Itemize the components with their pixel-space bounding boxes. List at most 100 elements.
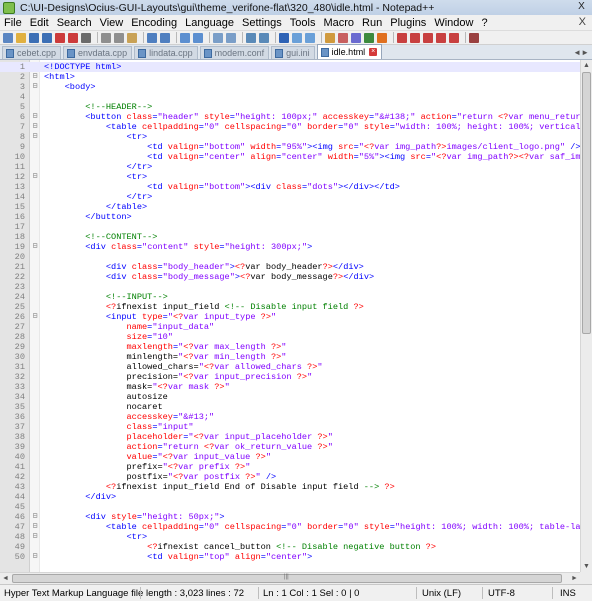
code-line[interactable]: 50 ⊟ <td valign="top" align="center"> [0,552,580,562]
code-line[interactable]: 17 [0,222,580,232]
code-line[interactable]: 36 accesskey="&#13;" [0,412,580,422]
code-line[interactable]: 2 ⊟ <html> [0,72,580,82]
folder-workspace-icon[interactable] [364,32,374,43]
user-lang-icon[interactable] [325,32,335,43]
paste-icon[interactable] [127,32,137,43]
menu-file[interactable]: File [0,15,26,31]
copy-icon[interactable] [114,32,124,43]
fold-toggle-icon[interactable]: ⊟ [30,72,40,82]
play-macro-icon[interactable] [423,32,433,43]
menu-macro[interactable]: Macro [319,15,358,31]
code-line[interactable]: 19 ⊟ <div class="content" style="height: … [0,242,580,252]
fold-toggle-icon[interactable]: ⊟ [30,112,40,122]
code-line[interactable]: 39 action="return <?var ok_return_value … [0,442,580,452]
code-line[interactable]: 20 [0,252,580,262]
close-icon[interactable] [55,32,65,43]
code-line[interactable]: 33 mask="<?var mask ?>" [0,382,580,392]
code-line[interactable]: 44 </div> [0,492,580,502]
monitoring-icon[interactable] [377,32,387,43]
code-line[interactable]: 32 precision="<?var input_precision ?>" [0,372,580,382]
print-icon[interactable] [81,32,91,43]
code-line[interactable]: 6 ⊟ <button class="header" style="height:… [0,112,580,122]
tab-scroll-arrows[interactable]: ◄► [573,48,589,57]
window-close-button[interactable]: X [575,1,588,13]
tab-idle-html[interactable]: idle.html × [316,44,383,59]
code-line[interactable]: 8 ⊟ <tr> [0,132,580,142]
play-multiple-icon[interactable] [436,32,446,43]
code-line[interactable]: 43 <?ifnexist input_field End of Disable… [0,482,580,492]
code-line[interactable]: 30 minlength="<?var min_length ?>" [0,352,580,362]
code-line[interactable]: 23 [0,282,580,292]
cut-icon[interactable] [101,32,111,43]
tab-close-icon[interactable]: × [369,48,378,56]
find-icon[interactable] [180,32,190,43]
menu-view[interactable]: View [96,15,128,31]
menu-search[interactable]: Search [53,15,96,31]
code-line[interactable]: 31 allowed_chars= " <?var allowed_chars ?>… [0,362,580,372]
code-line[interactable]: 26 ⊟ <input type="<?var input_type ?>" [0,312,580,322]
code-editor[interactable]: 1 <!DOCTYPE html> 2 ⊟ <html> 3 ⊟ <body> 4 5 <!--… [0,60,580,572]
horizontal-scrollbar[interactable]: ◄ ||| ► [0,572,580,584]
code-line[interactable]: 16 </button> [0,212,580,222]
new-file-icon[interactable] [3,32,13,43]
code-line[interactable]: 4 [0,92,580,102]
code-line[interactable]: 5 <!--HEADER--> [0,102,580,112]
tab-gui-ini[interactable]: gui.ini [271,46,315,59]
menu-run[interactable]: Run [358,15,386,31]
fold-toggle-icon[interactable]: ⊟ [30,532,40,542]
code-line[interactable]: 13 <td valign="bottom"><div class="dots"… [0,182,580,192]
scroll-right-arrow-icon[interactable]: ► [569,573,580,584]
menu-plugins[interactable]: Plugins [386,15,430,31]
code-line[interactable]: 42 postfix="<?var postfix ?>" /> [0,472,580,482]
vertical-scroll-thumb[interactable] [582,72,591,334]
code-line[interactable]: 38 placeholder="<?var input_placeholder … [0,432,580,442]
code-line[interactable]: 25 <?ifnexist input_field <!-- Disable i… [0,302,580,312]
tab-envdata-cpp[interactable]: envdata.cpp [63,46,133,59]
fold-toggle-icon[interactable]: ⊟ [30,522,40,532]
code-line[interactable]: 24 <!--INPUT--> [0,292,580,302]
menu-help[interactable]: ? [477,15,491,31]
scroll-left-arrow-icon[interactable]: ◄ [0,573,11,584]
zoom-in-icon[interactable] [213,32,223,43]
fold-toggle-icon[interactable]: ⊟ [30,122,40,132]
code-line[interactable]: 12 ⊟ <tr> [0,172,580,182]
code-line[interactable]: 40 value="<?var input_value ?>" [0,452,580,462]
menu-tools[interactable]: Tools [286,15,320,31]
tab-cebet-cpp[interactable]: cebet.cpp [2,46,62,59]
spellcheck-icon[interactable] [469,32,479,43]
code-line[interactable]: 45 [0,502,580,512]
open-file-icon[interactable] [16,32,26,43]
stop-macro-icon[interactable] [410,32,420,43]
close-all-icon[interactable] [68,32,78,43]
fold-toggle-icon[interactable]: ⊟ [30,312,40,322]
menu-edit[interactable]: Edit [26,15,53,31]
record-macro-icon[interactable] [397,32,407,43]
document-close-button[interactable]: X [579,16,586,28]
fold-toggle-icon[interactable]: ⊟ [30,552,40,562]
code-line[interactable]: 46 ⊟ <div style="height: 50px;"> [0,512,580,522]
code-line[interactable]: 41 prefix="<?var prefix ?>" [0,462,580,472]
tab-modem-conf[interactable]: modem.conf [199,46,270,59]
code-line[interactable]: 7 ⊟ <table cellpadding="0" cellspacing="0… [0,122,580,132]
show-all-chars-icon[interactable] [292,32,302,43]
code-line[interactable]: 1 <!DOCTYPE html> [0,62,580,72]
code-line[interactable]: 47 ⊟ <table cellpadding="0" cellspacing="… [0,522,580,532]
fold-toggle-icon[interactable]: ⊟ [30,132,40,142]
code-line[interactable]: 37 class="input" [0,422,580,432]
code-line[interactable]: 9 <td valign="bottom" width="95%"><img s… [0,142,580,152]
indent-guide-icon[interactable] [305,32,315,43]
code-line[interactable]: 49 <?ifnexist cancel_button <!-- Disable… [0,542,580,552]
code-line[interactable]: 28 size="10" [0,332,580,342]
menu-encoding[interactable]: Encoding [127,15,181,31]
tab-lindata-cpp[interactable]: lindata.cpp [134,46,198,59]
code-line[interactable]: 21 <div class="body_header"><?var body_h… [0,262,580,272]
code-line[interactable]: 48 ⊟ <tr> [0,532,580,542]
code-line[interactable]: 18 <!--CONTENT--> [0,232,580,242]
code-line[interactable]: 35 nocaret [0,402,580,412]
code-line[interactable]: 27 name="input_data" [0,322,580,332]
scroll-up-arrow-icon[interactable]: ▲ [581,60,592,71]
fold-toggle-icon[interactable]: ⊟ [30,82,40,92]
menu-settings[interactable]: Settings [238,15,286,31]
zoom-out-icon[interactable] [226,32,236,43]
scroll-down-arrow-icon[interactable]: ▼ [581,561,592,572]
